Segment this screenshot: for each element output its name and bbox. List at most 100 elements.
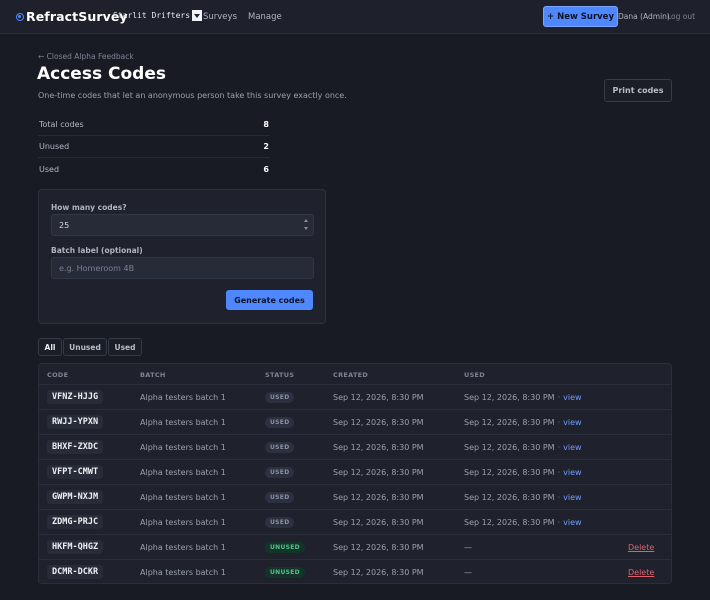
delete-link[interactable]: Delete xyxy=(628,543,654,552)
view-link[interactable]: view xyxy=(563,493,581,502)
brand-icon xyxy=(16,13,24,21)
used-date: Sep 12, 2026, 8:30 PM xyxy=(464,392,555,402)
top-nav-bar: RefractSurvey Starlit Drifters Surveys M… xyxy=(0,0,710,34)
used-cell: Sep 12, 2026, 8:30 PM · view xyxy=(464,510,582,534)
stat-label: Total codes xyxy=(39,120,84,129)
view-link[interactable]: view xyxy=(563,418,581,427)
used-date: Sep 12, 2026, 8:30 PM xyxy=(464,492,555,502)
created-cell: Sep 12, 2026, 8:30 PM xyxy=(333,492,424,502)
generate-codes-button[interactable]: Generate codes xyxy=(226,290,313,310)
batch-label-placeholder: e.g. Homeroom 4B xyxy=(59,263,135,273)
table-row: BHXF-ZXDC Alpha testers batch 1 USED Sep 12… xyxy=(39,435,671,460)
stat-value: 8 xyxy=(263,120,269,129)
delete-link[interactable]: Delete xyxy=(628,568,654,577)
status-cell: USED xyxy=(265,435,295,459)
used-cell: Sep 12, 2026, 8:30 PM · view xyxy=(464,460,582,484)
column-header: CREATED xyxy=(333,371,369,379)
used-date: Sep 12, 2026, 8:30 PM xyxy=(464,417,555,427)
code-count-value: 25 xyxy=(59,220,70,230)
access-code: RWJJ-YPXN xyxy=(47,415,104,429)
created-cell: Sep 12, 2026, 8:30 PM xyxy=(333,392,424,402)
created-cell: Sep 12, 2026, 8:30 PM xyxy=(333,517,424,527)
stat-value: 6 xyxy=(263,164,269,174)
print-codes-button[interactable]: Print codes xyxy=(604,79,672,102)
status-badge: USED xyxy=(265,466,295,478)
code-cell: VFPT-CMWT xyxy=(47,460,104,484)
view-link[interactable]: view xyxy=(563,518,581,527)
code-cell: GWPM-NXJM xyxy=(47,485,104,509)
batch-cell: Alpha testers batch 1 xyxy=(140,467,226,477)
used-cell: Sep 12, 2026, 8:30 PM · view xyxy=(464,435,582,459)
used-cell: Sep 12, 2026, 8:30 PM · view xyxy=(464,410,582,434)
generate-codes-panel: How many codes? 25 Batch label (optional… xyxy=(38,189,326,324)
stat-used: Used 6 xyxy=(38,158,270,180)
used-date: Sep 12, 2026, 8:30 PM xyxy=(464,517,555,527)
filter-used[interactable]: Used xyxy=(108,338,142,356)
page-title: Access Codes xyxy=(37,64,166,84)
delete-cell: Delete xyxy=(628,535,654,559)
used-date: Sep 12, 2026, 8:30 PM xyxy=(464,442,555,452)
chevron-down-icon xyxy=(192,10,203,21)
stat-label: Used xyxy=(39,164,60,174)
stat-unused: Unused 2 xyxy=(38,136,270,158)
used-cell: — xyxy=(464,567,472,577)
column-header: BATCH xyxy=(140,371,166,379)
batch-cell: Alpha testers batch 1 xyxy=(140,417,226,427)
separator: · xyxy=(557,417,561,427)
access-code: ZDMG-PRJC xyxy=(47,515,104,529)
table-row: DCMR-DCKR Alpha testers batch 1 UNUSED Sep … xyxy=(39,560,671,583)
access-code: VFNZ-HJJG xyxy=(47,390,104,404)
count-label: How many codes? xyxy=(51,203,127,212)
used-cell: Sep 12, 2026, 8:30 PM · view xyxy=(464,485,582,509)
org-select[interactable]: Starlit Drifters xyxy=(113,10,203,21)
view-link[interactable]: view xyxy=(563,393,581,402)
page-subtitle: One-time codes that let an anonymous per… xyxy=(38,91,347,100)
stepper-icon[interactable] xyxy=(304,219,309,231)
access-code: HKFM-QHGZ xyxy=(47,540,104,554)
new-survey-button[interactable]: + New Survey xyxy=(543,6,618,27)
created-cell: Sep 12, 2026, 8:30 PM xyxy=(333,567,424,577)
access-code: VFPT-CMWT xyxy=(47,465,104,479)
view-link[interactable]: view xyxy=(563,443,581,452)
nav-manage[interactable]: Manage xyxy=(248,12,282,22)
created-cell: Sep 12, 2026, 8:30 PM xyxy=(333,542,424,552)
logout-link[interactable]: Log out xyxy=(667,12,695,21)
batch-cell: Alpha testers batch 1 xyxy=(140,392,226,402)
code-cell: VFNZ-HJJG xyxy=(47,385,104,409)
status-badge: USED xyxy=(265,391,295,403)
filter-unused[interactable]: Unused xyxy=(63,338,107,356)
access-code: BHXF-ZXDC xyxy=(47,440,104,454)
status-cell: USED xyxy=(265,410,295,434)
batch-label-input[interactable]: e.g. Homeroom 4B xyxy=(51,257,314,279)
table-row: VFNZ-HJJG Alpha testers batch 1 USED Sep 12… xyxy=(39,385,671,410)
user-name: Dana (Admin) xyxy=(618,12,670,21)
separator: · xyxy=(557,492,561,502)
status-badge: USED xyxy=(265,491,295,503)
batch-cell: Alpha testers batch 1 xyxy=(140,442,226,452)
view-link[interactable]: view xyxy=(563,468,581,477)
brand-logo[interactable]: RefractSurvey xyxy=(16,9,128,24)
status-cell: UNUSED xyxy=(265,560,305,583)
code-cell: HKFM-QHGZ xyxy=(47,535,104,559)
created-cell: Sep 12, 2026, 8:30 PM xyxy=(333,467,424,477)
separator: · xyxy=(557,517,561,527)
table-row: VFPT-CMWT Alpha testers batch 1 USED Sep 12… xyxy=(39,460,671,485)
codes-table: CODE BATCH STATUS CREATED USED VFNZ-HJJG… xyxy=(38,363,672,584)
status-badge: USED xyxy=(265,516,295,528)
column-header: STATUS xyxy=(265,371,295,379)
status-badge: UNUSED xyxy=(265,566,305,578)
stat-label: Unused xyxy=(39,142,70,151)
column-header: CODE xyxy=(47,371,69,379)
nav-surveys[interactable]: Surveys xyxy=(203,12,237,22)
code-count-input[interactable]: 25 xyxy=(51,214,314,236)
status-cell: USED xyxy=(265,510,295,534)
status-cell: USED xyxy=(265,385,295,409)
created-cell: Sep 12, 2026, 8:30 PM xyxy=(333,442,424,452)
code-cell: BHXF-ZXDC xyxy=(47,435,104,459)
created-cell: Sep 12, 2026, 8:30 PM xyxy=(333,417,424,427)
column-header: USED xyxy=(464,371,485,379)
used-cell: — xyxy=(464,542,472,552)
back-link[interactable]: ← Closed Alpha Feedback xyxy=(38,52,134,61)
access-code: GWPM-NXJM xyxy=(47,490,104,504)
filter-all[interactable]: All xyxy=(38,338,62,356)
